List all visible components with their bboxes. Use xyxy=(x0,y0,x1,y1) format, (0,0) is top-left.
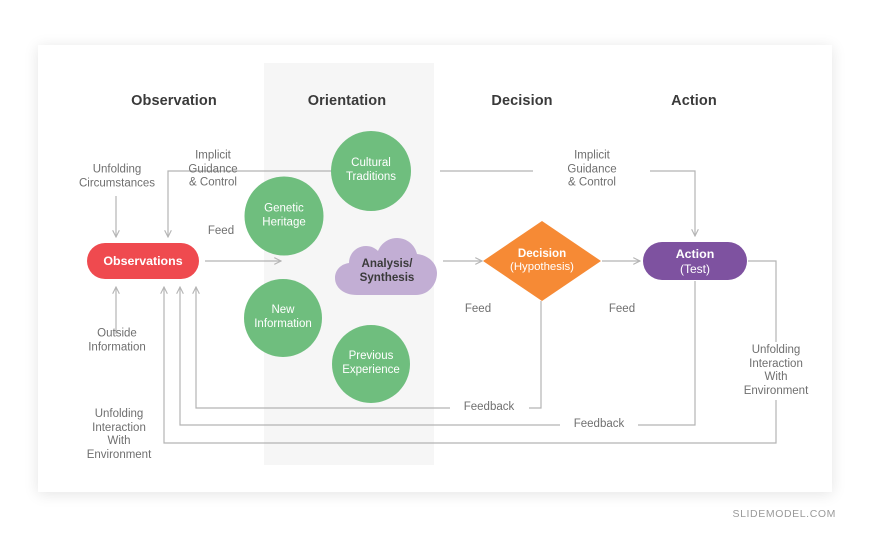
label-outside-information: Outside Information xyxy=(88,327,146,353)
column-title-action: Action xyxy=(671,93,717,109)
action-line-1: Action xyxy=(675,246,715,261)
node-genetic-heritage[interactable]: Genetic Heritage xyxy=(244,176,324,256)
column-title-orientation: Orientation xyxy=(307,93,387,109)
label-unfolding-interaction-left: Unfolding Interaction With Environment xyxy=(86,407,152,461)
label-implicit-guidance-right: Implicit Guidance & Control xyxy=(567,149,617,189)
column-title-decision: Decision xyxy=(491,93,553,109)
decision-line-2: (Hypothesis) xyxy=(510,261,574,274)
node-decision[interactable]: Decision (Hypothesis) xyxy=(483,221,601,301)
analysis-line-1: Analysis/ xyxy=(361,257,413,270)
label-feed-action: Feed xyxy=(608,303,636,316)
analysis-line-2: Synthesis xyxy=(359,271,415,284)
node-previous-experience[interactable]: Previous Experience xyxy=(332,325,410,403)
node-analysis-synthesis-text: Analysis/ Synthesis xyxy=(333,237,441,299)
label-unfolding-circumstances: Unfolding Circumstances xyxy=(78,163,156,189)
label-feedback-upper: Feedback xyxy=(463,401,515,414)
label-implicit-guidance-left: Implicit Guidance & Control xyxy=(188,149,238,189)
node-observations[interactable]: Observations xyxy=(87,243,199,279)
label-feed-observation: Feed xyxy=(207,225,235,238)
diagram-canvas: Observation Orientation Decision Action … xyxy=(0,0,870,539)
node-analysis-synthesis[interactable]: Analysis/ Synthesis xyxy=(333,237,441,299)
watermark: SLIDEMODEL.COM xyxy=(732,508,836,520)
node-observations-label: Observations xyxy=(103,253,183,268)
label-feedback-lower: Feedback xyxy=(573,418,625,431)
node-cultural-traditions[interactable]: Cultural Traditions xyxy=(331,131,411,211)
decision-line-1: Decision xyxy=(517,247,567,261)
label-feed-decision: Feed xyxy=(464,303,492,316)
node-action[interactable]: Action (Test) xyxy=(643,242,747,280)
action-line-2: (Test) xyxy=(680,261,710,276)
node-decision-text: Decision (Hypothesis) xyxy=(483,221,601,301)
label-unfolding-interaction-right: Unfolding Interaction With Environment xyxy=(743,343,809,397)
column-title-observation: Observation xyxy=(131,93,217,109)
node-new-information[interactable]: New Information xyxy=(244,279,322,357)
